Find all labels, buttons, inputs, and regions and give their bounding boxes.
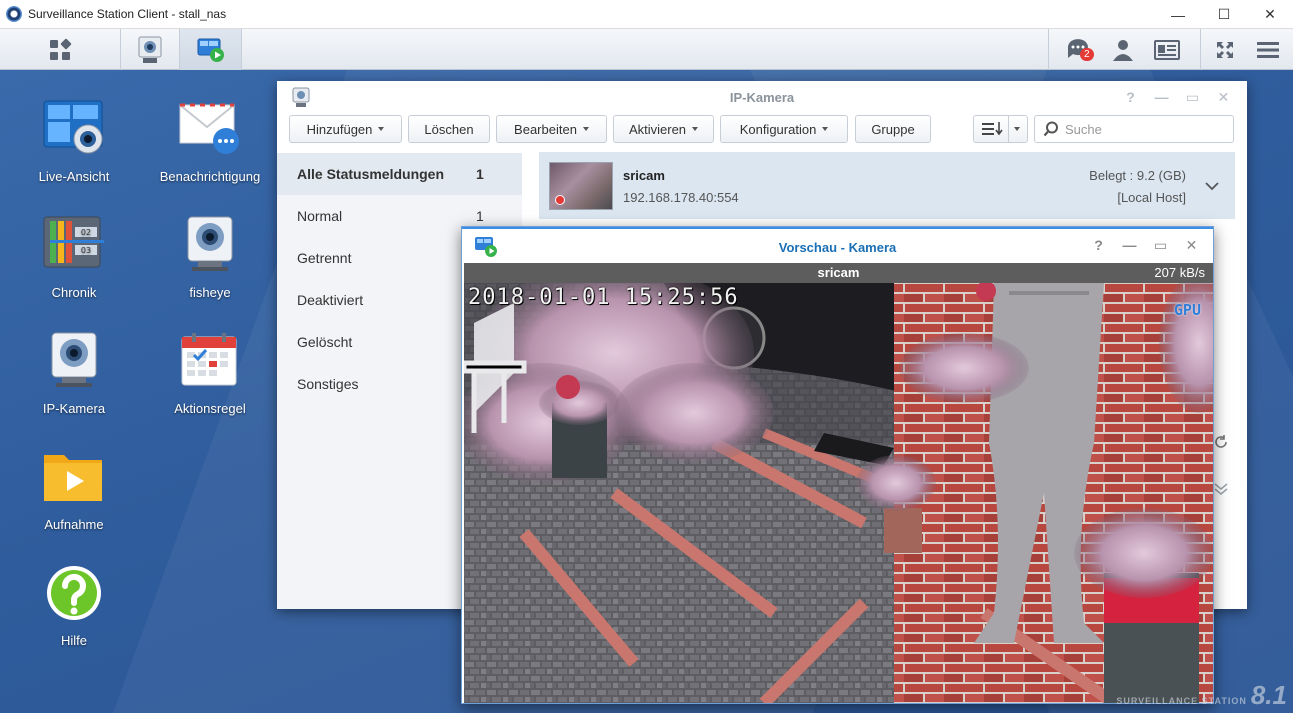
fullscreen-icon: [1217, 41, 1233, 58]
desktop-icon-ip-camera[interactable]: IP-Kamera: [16, 331, 132, 416]
notifications-button[interactable]: 2: [1058, 29, 1102, 70]
app-logo-icon: [6, 6, 22, 22]
folder-play-icon: [44, 455, 102, 501]
help-question-icon: [47, 566, 101, 620]
os-titlebar: Surveillance Station Client - stall_nas …: [0, 0, 1293, 29]
chevron-down-icon: [378, 127, 385, 131]
desktop-icon-help[interactable]: Hilfe: [16, 563, 132, 648]
desktop-icon-notification[interactable]: Benachrichtigung: [152, 99, 268, 184]
configuration-button[interactable]: Konfiguration: [720, 115, 848, 143]
hamburger-menu-button[interactable]: [1248, 29, 1288, 70]
search-icon: [1043, 121, 1058, 137]
sort-list-icon: [982, 122, 1003, 136]
camera-host: [Local Host]: [1117, 190, 1186, 205]
camera-thumbnail: [549, 162, 613, 210]
chevron-down-icon: [822, 127, 829, 131]
add-button[interactable]: Hinzufügen: [289, 115, 402, 143]
ip-camera-icon: [51, 332, 97, 387]
user-button[interactable]: [1104, 29, 1142, 70]
chevron-down-icon: [582, 127, 589, 131]
chevron-down-icon: [1014, 127, 1020, 131]
taskbar-preview-button[interactable]: [180, 29, 241, 70]
gpu-indicator: GPU: [1173, 301, 1201, 319]
live-view-play-icon: [475, 237, 497, 257]
id-card-icon: [1154, 39, 1180, 60]
camera-name: sricam: [623, 168, 665, 183]
refresh-icon[interactable]: [1214, 435, 1228, 449]
taskbar-ip-camera-button[interactable]: [121, 29, 179, 70]
ip-camera-small-icon: [292, 87, 310, 107]
surveillance-station-branding: SURVEILLANCE STATION 8.1: [1116, 680, 1287, 710]
recording-icon: [555, 195, 565, 205]
ip-camera-icon: [138, 36, 162, 63]
minimize-button[interactable]: —: [1146, 80, 1177, 114]
video-timestamp-overlay: 2018-01-01 15:25:56: [468, 285, 739, 310]
chevron-down-icon[interactable]: [1205, 181, 1219, 191]
live-view-play-icon: [197, 38, 224, 62]
window-title: Surveillance Station Client - stall_nas: [28, 7, 227, 21]
close-button[interactable]: ✕: [1208, 80, 1239, 114]
desktop-icon-live-view[interactable]: Live-Ansicht: [16, 99, 132, 184]
maximize-button[interactable]: ▭: [1177, 80, 1208, 114]
hamburger-icon: [1257, 41, 1279, 58]
minimize-button[interactable]: —: [1114, 226, 1145, 264]
svg-text:03: 03: [81, 246, 91, 255]
maximize-button[interactable]: ☐: [1201, 0, 1247, 29]
sidebar-item-all[interactable]: Alle Statusmeldungen 1: [277, 153, 522, 195]
preview-window-controls: ? — ▭ ✕: [1083, 229, 1207, 261]
fisheye-camera-icon: [187, 216, 233, 271]
notification-badge: 2: [1080, 48, 1094, 61]
camera-list-row[interactable]: sricam 192.168.178.40:554 Belegt : 9.2 (…: [539, 152, 1235, 219]
sort-button[interactable]: [973, 115, 1028, 143]
user-icon: [1113, 39, 1133, 61]
system-info-button[interactable]: [1146, 29, 1188, 70]
search-placeholder: Suche: [1065, 121, 1102, 137]
chevron-down-icon: [692, 127, 699, 131]
desktop-icon-timeline[interactable]: 02 03 Chronik: [16, 215, 132, 300]
envelope-chat-icon: [179, 103, 239, 154]
app-toolbar: 2: [0, 29, 1293, 70]
desktop-icon-fisheye[interactable]: fisheye: [152, 215, 268, 300]
group-button[interactable]: Gruppe: [855, 115, 931, 143]
calendar-icon: [181, 333, 237, 386]
preview-window-title: Vorschau - Kamera: [778, 240, 897, 255]
activate-button[interactable]: Aktivieren: [613, 115, 714, 143]
ip-camera-window-title: IP-Kamera: [729, 90, 795, 105]
app-grid-icon: [50, 38, 72, 60]
close-button[interactable]: ✕: [1247, 0, 1293, 29]
camera-storage-used: Belegt : 9.2 (GB): [1089, 168, 1186, 183]
double-chevron-down-icon[interactable]: [1214, 482, 1228, 496]
desktop-icon-recording[interactable]: Aufnahme: [16, 447, 132, 532]
camera-address: 192.168.178.40:554: [623, 190, 739, 205]
svg-text:02: 02: [81, 228, 91, 237]
camera-scene: [464, 283, 1213, 703]
timeline-icon: 02 03: [43, 216, 104, 268]
help-button[interactable]: ?: [1083, 226, 1114, 264]
search-input[interactable]: Suche: [1034, 115, 1234, 143]
delete-button[interactable]: Löschen: [408, 115, 490, 143]
close-button[interactable]: ✕: [1176, 226, 1207, 264]
live-view-icon: [43, 100, 103, 154]
fullscreen-button[interactable]: [1206, 29, 1244, 70]
desktop-icon-action-rule[interactable]: Aktionsregel: [152, 331, 268, 416]
ip-camera-window-controls: ? — ▭ ✕: [1115, 81, 1239, 113]
stream-name: sricam: [817, 265, 860, 280]
stream-info-bar: sricam 207 kB/s: [464, 263, 1213, 283]
edit-button[interactable]: Bearbeiten: [496, 115, 607, 143]
os-window-controls: — ☐ ✕: [1155, 0, 1293, 29]
stream-bitrate: 207 kB/s: [1154, 265, 1205, 280]
ip-camera-toolbar: Hinzufügen Löschen Bearbeiten Aktivieren…: [277, 113, 1247, 153]
preview-window: Vorschau - Kamera ? — ▭ ✕ sricam 207 kB/…: [461, 226, 1214, 704]
main-menu-button[interactable]: [0, 29, 120, 70]
minimize-button[interactable]: —: [1155, 0, 1201, 29]
preview-window-titlebar[interactable]: Vorschau - Kamera ? — ▭ ✕: [462, 227, 1213, 263]
ip-camera-window-titlebar[interactable]: IP-Kamera ? — ▭ ✕: [277, 81, 1247, 113]
maximize-button[interactable]: ▭: [1145, 226, 1176, 264]
camera-video-feed[interactable]: 2018-01-01 15:25:56 GPU: [464, 283, 1213, 703]
help-button[interactable]: ?: [1115, 80, 1146, 114]
